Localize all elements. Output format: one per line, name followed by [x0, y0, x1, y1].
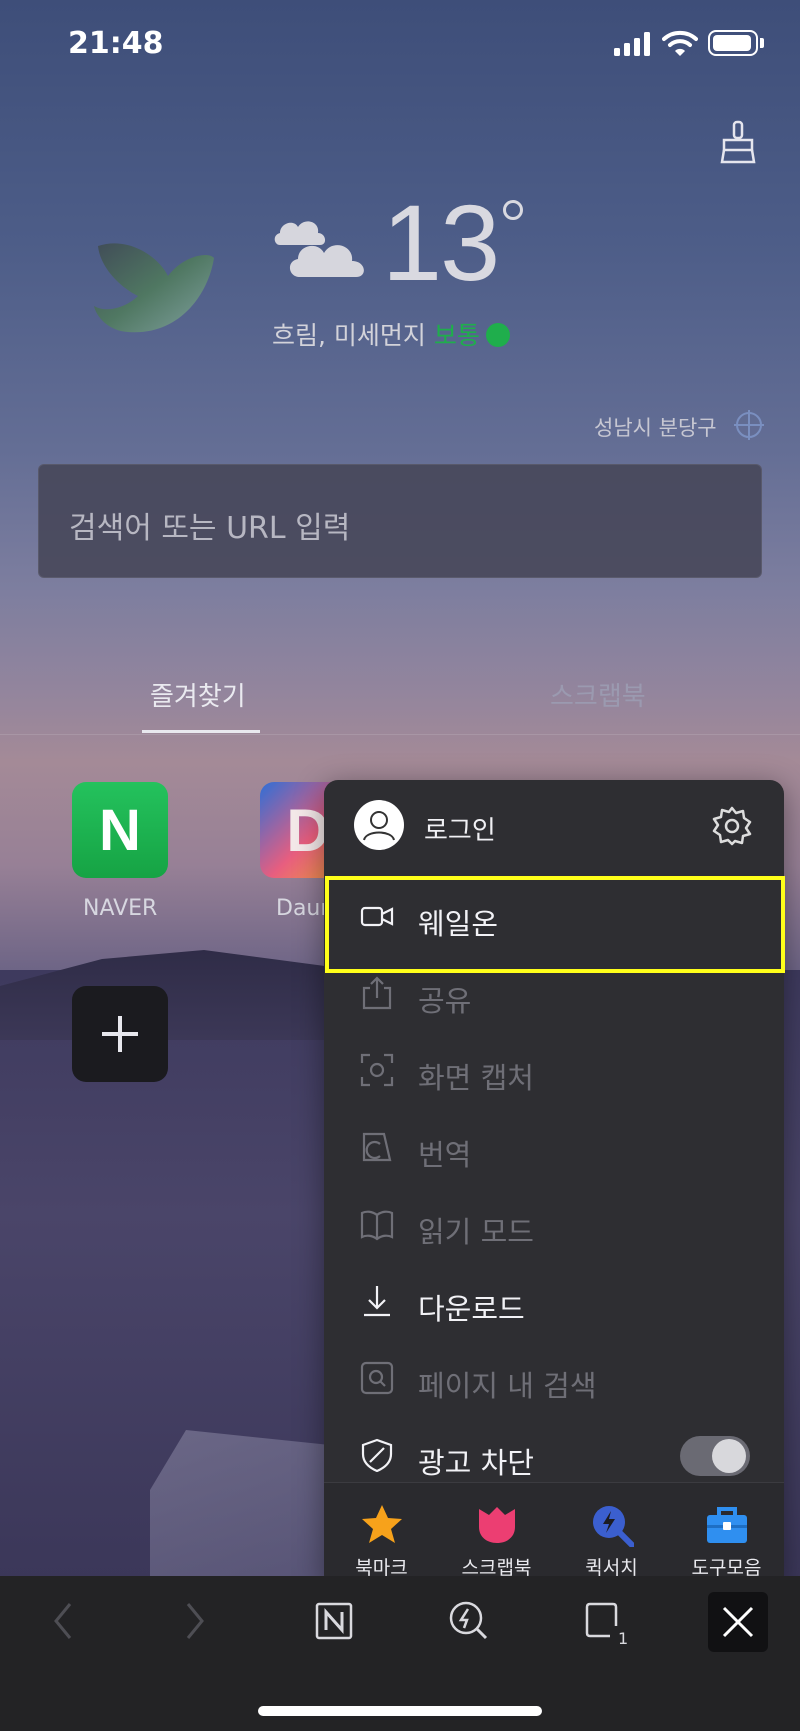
location-target-icon[interactable]: [734, 410, 764, 440]
home-indicator: [258, 1706, 542, 1716]
tabs-icon[interactable]: 1: [584, 1596, 628, 1648]
plus-icon: [102, 1016, 138, 1052]
status-time: 21:48: [68, 26, 164, 61]
user-icon: [363, 811, 395, 841]
add-quick-link-button[interactable]: [72, 986, 168, 1082]
naver-letter: N: [99, 797, 141, 863]
gear-icon[interactable]: [712, 806, 752, 846]
forward-icon[interactable]: [182, 1596, 210, 1646]
tulip-icon: [479, 1507, 515, 1543]
close-menu-button[interactable]: [708, 1592, 768, 1652]
book-icon: [360, 1210, 394, 1241]
star-icon: [362, 1505, 402, 1543]
find-in-page-icon: [360, 1361, 394, 1395]
menu-item-label: 페이지 내 검색: [418, 1369, 597, 1403]
shield-icon: [361, 1438, 393, 1472]
scrapbook-button[interactable]: 스크랩북: [439, 1483, 554, 1588]
dust-level: 보통: [433, 321, 480, 350]
weather-text: 흐림, 미세먼지: [272, 321, 426, 350]
login-row[interactable]: 로그인: [324, 780, 784, 872]
menu-item-label: 번역: [418, 1138, 472, 1172]
quick-link-label-naver: NAVER: [83, 896, 158, 921]
translate-icon: [362, 1132, 392, 1162]
login-label: 로그인: [424, 816, 496, 846]
menu-item-label: 화면 캡처: [418, 1061, 534, 1095]
screen-capture-icon: [360, 1053, 394, 1087]
tab-divider: [0, 734, 800, 735]
search-placeholder: 검색어 또는 URL 입력: [69, 511, 351, 546]
menu-item-download[interactable]: 다운로드: [324, 1264, 784, 1340]
quick-search-button[interactable]: 퀵서치: [554, 1483, 669, 1588]
smile-icon: [485, 323, 510, 347]
tab-scrapbook[interactable]: 스크랩북: [550, 676, 646, 713]
wifi-icon: [662, 30, 698, 56]
quick-link-naver[interactable]: N: [72, 782, 168, 878]
battery-icon: [708, 30, 758, 56]
tab-active-indicator: [142, 730, 260, 733]
menu-item-label: 광고 차단: [418, 1446, 534, 1480]
whale-logo-icon: [94, 243, 214, 333]
avatar: [354, 800, 404, 850]
menu-item-label: 다운로드: [418, 1292, 525, 1326]
weather-description: 흐림, 미세먼지 보통: [272, 316, 510, 352]
close-icon: [722, 1606, 754, 1638]
back-icon[interactable]: [48, 1596, 76, 1646]
menu-item-label: 읽기 모드: [418, 1215, 534, 1249]
tab-count: 1: [618, 1629, 628, 1648]
status-bar: 21:48: [0, 0, 800, 90]
battery-tip: [760, 38, 764, 48]
quick-search-icon: [593, 1506, 634, 1547]
menu-item-find-in-page[interactable]: 페이지 내 검색: [324, 1341, 784, 1417]
menu-item-reading-mode[interactable]: 읽기 모드: [324, 1187, 784, 1263]
menu-quick-bar: 북마크 스크랩북 퀵서치 도구모음: [324, 1482, 784, 1588]
degree-symbol: [503, 200, 523, 220]
background-town: [150, 1430, 330, 1580]
tab-favorites[interactable]: 즐겨찾기: [150, 676, 246, 713]
menu-item-label: 공유: [418, 984, 472, 1018]
download-icon: [364, 1286, 390, 1317]
menu-item-screen-capture[interactable]: 화면 캡처: [324, 1033, 784, 1109]
ad-block-toggle[interactable]: [680, 1436, 750, 1476]
cellular-signal-icon: [614, 32, 650, 56]
location-label[interactable]: 성남시 분당구: [594, 412, 717, 442]
quick-search-toolbar-icon[interactable]: [448, 1596, 488, 1646]
brush-icon[interactable]: [718, 120, 758, 164]
bookmark-button[interactable]: 북마크: [324, 1483, 439, 1588]
share-icon: [362, 976, 392, 1010]
background-cliff: [0, 950, 340, 1040]
naver-home-icon[interactable]: [314, 1596, 354, 1646]
toolbox-icon: [707, 1507, 747, 1543]
highlight-frame: [325, 876, 785, 973]
search-input[interactable]: 검색어 또는 URL 입력: [38, 464, 762, 578]
toolbox-button[interactable]: 도구모음: [669, 1483, 784, 1588]
cloud-weather-icon: [274, 221, 364, 277]
menu-item-translate[interactable]: 번역: [324, 1110, 784, 1186]
temperature: 13: [382, 182, 500, 303]
